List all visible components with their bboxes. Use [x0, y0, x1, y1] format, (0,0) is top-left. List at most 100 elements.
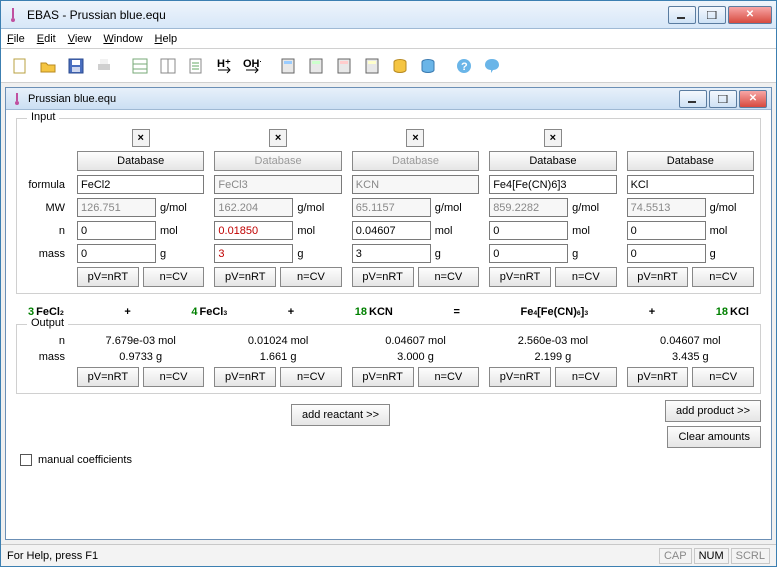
n-input-3[interactable] [489, 221, 568, 240]
status-scrl: SCRL [731, 548, 770, 564]
out-mass-3: 2.199 g [489, 351, 616, 363]
table2-icon[interactable] [155, 53, 181, 79]
formula-input-2[interactable] [352, 175, 479, 194]
doc-maximize-button[interactable] [709, 90, 737, 108]
mass-input-3[interactable] [489, 244, 568, 263]
mw-input-2[interactable] [352, 198, 431, 217]
table1-icon[interactable] [127, 53, 153, 79]
pvnrt-out-2[interactable]: pV=nRT [352, 367, 414, 387]
database-button-1[interactable]: Database [214, 151, 341, 171]
input-group: Input × × × × Database Database Database… [16, 118, 761, 294]
database-button-4[interactable]: Database [627, 151, 754, 171]
ncv-in-0[interactable]: n=CV [143, 267, 205, 287]
window-title: EBAS - Prussian blue.equ [27, 8, 668, 22]
n-input-1[interactable] [214, 221, 293, 240]
help-icon[interactable]: ? [451, 53, 477, 79]
input-legend: Input [27, 111, 59, 123]
mw-input-0[interactable] [77, 198, 156, 217]
output-legend: Output [27, 317, 68, 329]
svg-text:?: ? [461, 61, 468, 73]
ncv-in-1[interactable]: n=CV [280, 267, 342, 287]
mdi-client: Prussian blue.equ ✕ Input × × × × [1, 83, 776, 544]
out-mass-4: 3.435 g [627, 351, 754, 363]
pvnrt-out-0[interactable]: pV=nRT [77, 367, 139, 387]
calc1-icon[interactable] [275, 53, 301, 79]
doc-window: Prussian blue.equ ✕ Input × × × × [5, 87, 772, 540]
remove-species-1[interactable]: × [269, 129, 287, 147]
ncv-in-4[interactable]: n=CV [692, 267, 754, 287]
ncv-out-4[interactable]: n=CV [692, 367, 754, 387]
doc-icon[interactable] [183, 53, 209, 79]
calc2-icon[interactable] [303, 53, 329, 79]
db2-icon[interactable] [415, 53, 441, 79]
out-n-2: 0.04607 mol [352, 335, 479, 347]
ncv-out-1[interactable]: n=CV [280, 367, 342, 387]
database-button-3[interactable]: Database [489, 151, 616, 171]
pvnrt-in-0[interactable]: pV=nRT [77, 267, 139, 287]
add-reactant-button[interactable]: add reactant >> [291, 404, 390, 426]
ncv-out-0[interactable]: n=CV [143, 367, 205, 387]
menu-window[interactable]: Window [103, 33, 142, 45]
ncv-in-3[interactable]: n=CV [555, 267, 617, 287]
pvnrt-out-4[interactable]: pV=nRT [627, 367, 689, 387]
ohminus-icon[interactable]: OH⁻ [239, 53, 265, 79]
hplus-icon[interactable]: H⁺ [211, 53, 237, 79]
n-input-0[interactable] [77, 221, 156, 240]
mass-input-4[interactable] [627, 244, 706, 263]
mass-input-1[interactable] [214, 244, 293, 263]
new-icon[interactable] [7, 53, 33, 79]
menu-file[interactable]: File [7, 33, 25, 45]
pvnrt-out-3[interactable]: pV=nRT [489, 367, 551, 387]
menu-view[interactable]: View [68, 33, 92, 45]
remove-species-2[interactable]: × [406, 129, 424, 147]
print-icon[interactable] [91, 53, 117, 79]
add-product-button[interactable]: add product >> [665, 400, 761, 422]
mw-input-1[interactable] [214, 198, 293, 217]
pvnrt-in-4[interactable]: pV=nRT [627, 267, 689, 287]
n-input-4[interactable] [627, 221, 706, 240]
pvnrt-out-1[interactable]: pV=nRT [214, 367, 276, 387]
formula-input-1[interactable] [214, 175, 341, 194]
info-icon[interactable] [479, 53, 505, 79]
formula-input-4[interactable] [627, 175, 754, 194]
remove-species-0[interactable]: × [132, 129, 150, 147]
open-icon[interactable] [35, 53, 61, 79]
menubar: File Edit View Window Help [1, 29, 776, 49]
pvnrt-in-3[interactable]: pV=nRT [489, 267, 551, 287]
db1-icon[interactable] [387, 53, 413, 79]
mw-input-4[interactable] [627, 198, 706, 217]
save-icon[interactable] [63, 53, 89, 79]
formula-input-3[interactable] [489, 175, 616, 194]
calc4-icon[interactable] [359, 53, 385, 79]
formula-label: formula [23, 179, 67, 191]
doc-body: Input × × × × Database Database Database… [6, 110, 771, 539]
pvnrt-in-1[interactable]: pV=nRT [214, 267, 276, 287]
close-button[interactable]: ✕ [728, 6, 772, 24]
n-input-2[interactable] [352, 221, 431, 240]
mass-label: mass [23, 248, 67, 260]
output-group: Output n 7.679e-03 mol 0.01024 mol 0.046… [16, 324, 761, 394]
maximize-button[interactable] [698, 6, 726, 24]
remove-species-3[interactable]: × [544, 129, 562, 147]
out-mass-2: 3.000 g [352, 351, 479, 363]
mass-input-0[interactable] [77, 244, 156, 263]
ncv-out-3[interactable]: n=CV [555, 367, 617, 387]
clear-amounts-button[interactable]: Clear amounts [667, 426, 761, 448]
out-n-3: 2.560e-03 mol [489, 335, 616, 347]
calc3-icon[interactable] [331, 53, 357, 79]
minimize-button[interactable] [668, 6, 696, 24]
formula-input-0[interactable] [77, 175, 204, 194]
doc-minimize-button[interactable] [679, 90, 707, 108]
out-n-1: 0.01024 mol [214, 335, 341, 347]
menu-help[interactable]: Help [155, 33, 178, 45]
manual-coef-checkbox[interactable]: manual coefficients [20, 454, 132, 466]
ncv-out-2[interactable]: n=CV [418, 367, 480, 387]
pvnrt-in-2[interactable]: pV=nRT [352, 267, 414, 287]
database-button-2[interactable]: Database [352, 151, 479, 171]
menu-edit[interactable]: Edit [37, 33, 56, 45]
mass-input-2[interactable] [352, 244, 431, 263]
ncv-in-2[interactable]: n=CV [418, 267, 480, 287]
mw-input-3[interactable] [489, 198, 568, 217]
database-button-0[interactable]: Database [77, 151, 204, 171]
doc-close-button[interactable]: ✕ [739, 90, 767, 108]
